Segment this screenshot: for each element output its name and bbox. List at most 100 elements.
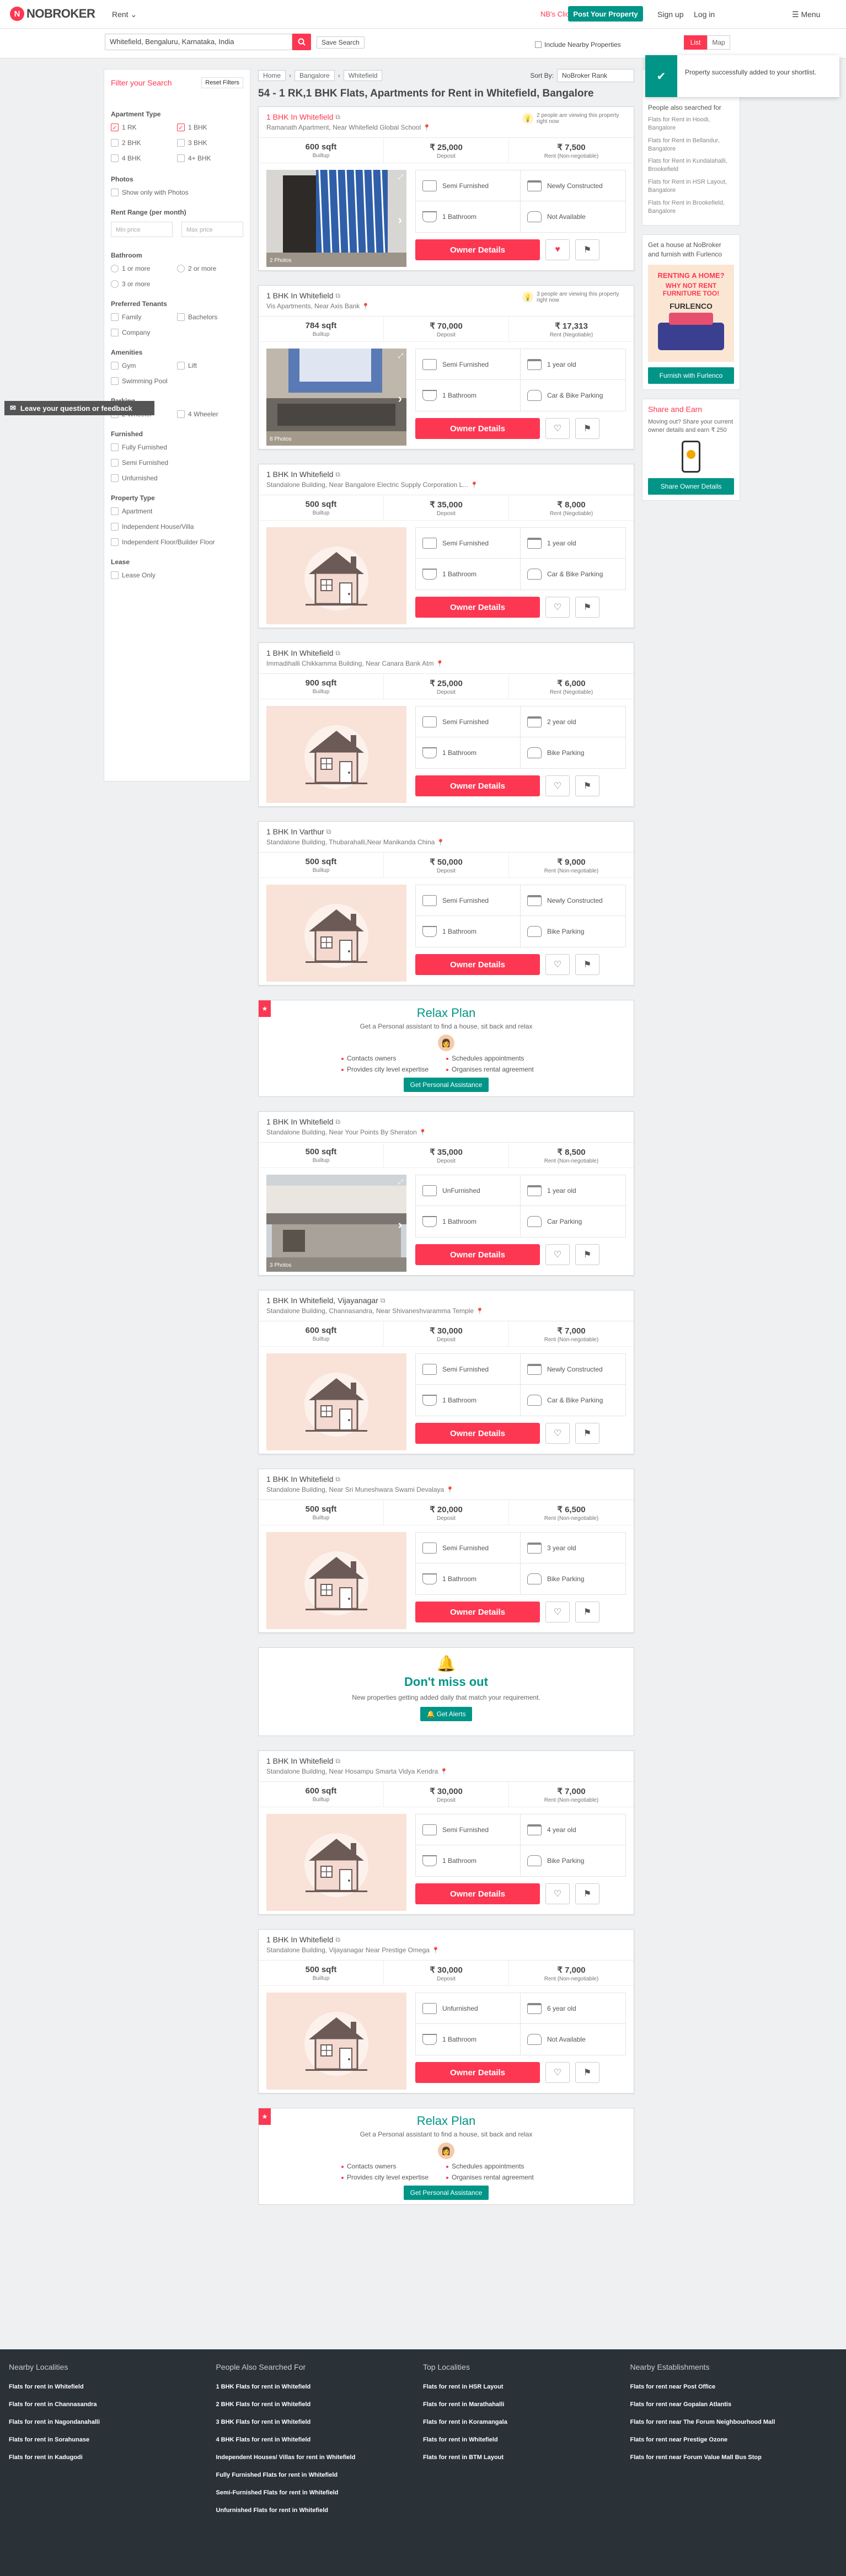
- listing-photo[interactable]: [266, 1993, 406, 2090]
- shortlist-heart-icon[interactable]: ♡: [545, 1423, 570, 1444]
- owner-details-button[interactable]: Owner Details: [415, 239, 540, 260]
- report-flag-icon[interactable]: ⚑: [575, 775, 599, 796]
- listing-photo[interactable]: [266, 527, 406, 624]
- filter-option[interactable]: Company: [111, 329, 177, 336]
- get-assistance-button[interactable]: Get Personal Assistance: [403, 1078, 489, 1092]
- external-link-icon[interactable]: ⧉: [335, 649, 340, 657]
- owner-details-button[interactable]: Owner Details: [415, 2062, 540, 2083]
- footer-link[interactable]: 2 BHK Flats for rent in Whitefield: [216, 2401, 424, 2408]
- report-flag-icon[interactable]: ⚑: [575, 597, 599, 618]
- footer-link[interactable]: 1 BHK Flats for rent in Whitefield: [216, 2384, 424, 2390]
- filter-option[interactable]: Apartment: [111, 507, 243, 515]
- footer-link[interactable]: Flats for rent in Kadugodi: [9, 2454, 216, 2461]
- checkbox[interactable]: [177, 313, 185, 321]
- rent-dropdown[interactable]: Rent ⌄: [112, 10, 137, 19]
- footer-link[interactable]: Fully Furnished Flats for rent in Whitef…: [216, 2472, 424, 2478]
- checkbox[interactable]: [177, 139, 185, 147]
- footer-link[interactable]: Flats for rent near Prestige Ozone: [630, 2436, 838, 2443]
- breadcrumb-city[interactable]: Bangalore: [295, 70, 335, 81]
- map-pin-icon[interactable]: 📍: [437, 839, 445, 846]
- also-searched-link[interactable]: Flats for Rent in HSR Layout, Bangalore: [648, 178, 734, 195]
- owner-details-button[interactable]: Owner Details: [415, 954, 540, 975]
- lease-checkbox[interactable]: [111, 571, 119, 579]
- report-flag-icon[interactable]: ⚑: [575, 1883, 599, 1904]
- map-pin-icon[interactable]: 📍: [470, 481, 478, 489]
- get-assistance-button[interactable]: Get Personal Assistance: [403, 2186, 489, 2200]
- checkbox[interactable]: [177, 362, 185, 369]
- checkbox[interactable]: [111, 507, 119, 515]
- filter-option[interactable]: Independent House/Villa: [111, 523, 243, 531]
- map-pin-icon[interactable]: 📍: [436, 660, 443, 667]
- feedback-tab[interactable]: ✉ Leave your question or feedback: [4, 401, 154, 415]
- listing-title[interactable]: 1 BHK In Varthur ⧉: [266, 827, 626, 836]
- filter-option[interactable]: ✓ 1 BHK: [177, 124, 243, 131]
- shortlist-heart-icon[interactable]: ♡: [545, 1244, 570, 1265]
- filter-option[interactable]: ✓ 1 RK: [111, 124, 177, 131]
- map-pin-icon[interactable]: 📍: [432, 1947, 440, 1954]
- next-photo-icon[interactable]: ›: [398, 213, 402, 227]
- breadcrumb-locality[interactable]: Whitefield: [343, 70, 383, 81]
- checkbox[interactable]: [111, 313, 119, 321]
- report-flag-icon[interactable]: ⚑: [575, 2062, 599, 2083]
- next-photo-icon[interactable]: ›: [398, 392, 402, 406]
- filter-option[interactable]: Bachelors: [177, 313, 243, 321]
- listing-title[interactable]: 1 BHK In Whitefield ⧉: [266, 470, 626, 479]
- checkbox[interactable]: [111, 443, 119, 451]
- shortlist-heart-icon[interactable]: ♡: [545, 597, 570, 618]
- filter-option[interactable]: Swimming Pool: [111, 377, 177, 385]
- shortlist-heart-icon[interactable]: ♡: [545, 1602, 570, 1622]
- filter-option[interactable]: Fully Furnished: [111, 443, 243, 451]
- nobroker-logo[interactable]: N NOBROKER: [10, 7, 95, 21]
- search-input[interactable]: Whitefield, Bengaluru, Karnataka, India: [105, 34, 292, 50]
- listing-photo[interactable]: [266, 1814, 406, 1911]
- listing-title[interactable]: 1 BHK In Whitefield ⧉: [266, 1475, 626, 1484]
- checkbox[interactable]: [177, 410, 185, 418]
- listing-photo[interactable]: 8 Photos › ⤢: [266, 349, 406, 446]
- footer-link[interactable]: 3 BHK Flats for rent in Whitefield: [216, 2419, 424, 2425]
- footer-link[interactable]: Flats for rent in Whitefield: [423, 2436, 630, 2443]
- checkbox[interactable]: [111, 139, 119, 147]
- external-link-icon[interactable]: ⧉: [335, 1936, 340, 1944]
- owner-details-button[interactable]: Owner Details: [415, 418, 540, 439]
- owner-details-button[interactable]: Owner Details: [415, 1883, 540, 1904]
- checkbox[interactable]: ✓: [177, 124, 185, 131]
- expand-icon[interactable]: ⤢: [398, 173, 403, 181]
- filter-option[interactable]: 2 or more: [177, 265, 243, 272]
- checkbox[interactable]: [111, 459, 119, 467]
- report-flag-icon[interactable]: ⚑: [575, 954, 599, 975]
- filter-option[interactable]: Lift: [177, 362, 243, 369]
- also-searched-link[interactable]: Flats for Rent in Bellandur, Bangalore: [648, 137, 734, 153]
- map-pin-icon[interactable]: 📍: [362, 303, 370, 310]
- shortlist-heart-icon[interactable]: ♡: [545, 2062, 570, 2083]
- get-alerts-button[interactable]: 🔔 Get Alerts: [420, 1707, 473, 1721]
- footer-link[interactable]: Flats for rent in Koramangala: [423, 2419, 630, 2425]
- footer-link[interactable]: Flats for rent in Marathahalli: [423, 2401, 630, 2408]
- filter-option[interactable]: Semi Furnished: [111, 459, 243, 467]
- filter-option[interactable]: 2 BHK: [111, 139, 177, 147]
- owner-details-button[interactable]: Owner Details: [415, 597, 540, 618]
- shortlist-heart-icon[interactable]: ♡: [545, 775, 570, 796]
- map-pin-icon[interactable]: 📍: [476, 1308, 484, 1315]
- checkbox[interactable]: ✓: [111, 124, 119, 131]
- external-link-icon[interactable]: ⧉: [335, 1757, 340, 1765]
- map-pin-icon[interactable]: 📍: [423, 124, 431, 131]
- checkbox[interactable]: [111, 154, 119, 162]
- checkbox[interactable]: [111, 377, 119, 385]
- menu-button[interactable]: ☰ Menu: [792, 10, 820, 19]
- listing-photo[interactable]: 2 Photos › ⤢: [266, 170, 406, 267]
- listing-title[interactable]: 1 BHK In Whitefield ⧉: [266, 1935, 626, 1944]
- footer-link[interactable]: Flats for rent near Gopalan Atlantis: [630, 2401, 838, 2408]
- footer-link[interactable]: Semi-Furnished Flats for rent in Whitefi…: [216, 2489, 424, 2496]
- radio-button[interactable]: [177, 265, 185, 272]
- filter-option[interactable]: Family: [111, 313, 177, 321]
- listing-photo[interactable]: [266, 1353, 406, 1450]
- photos-option[interactable]: Show only with Photos: [111, 189, 243, 196]
- next-photo-icon[interactable]: ›: [398, 1218, 402, 1232]
- map-pin-icon[interactable]: 📍: [419, 1129, 427, 1136]
- breadcrumb-home[interactable]: Home: [258, 70, 286, 81]
- footer-link[interactable]: Flats for rent in BTM Layout: [423, 2454, 630, 2461]
- map-pin-icon[interactable]: 📍: [446, 1486, 454, 1493]
- listing-photo[interactable]: [266, 885, 406, 982]
- footer-link[interactable]: Flats for rent in HSR Layout: [423, 2384, 630, 2390]
- signup-link[interactable]: Sign up: [657, 10, 683, 19]
